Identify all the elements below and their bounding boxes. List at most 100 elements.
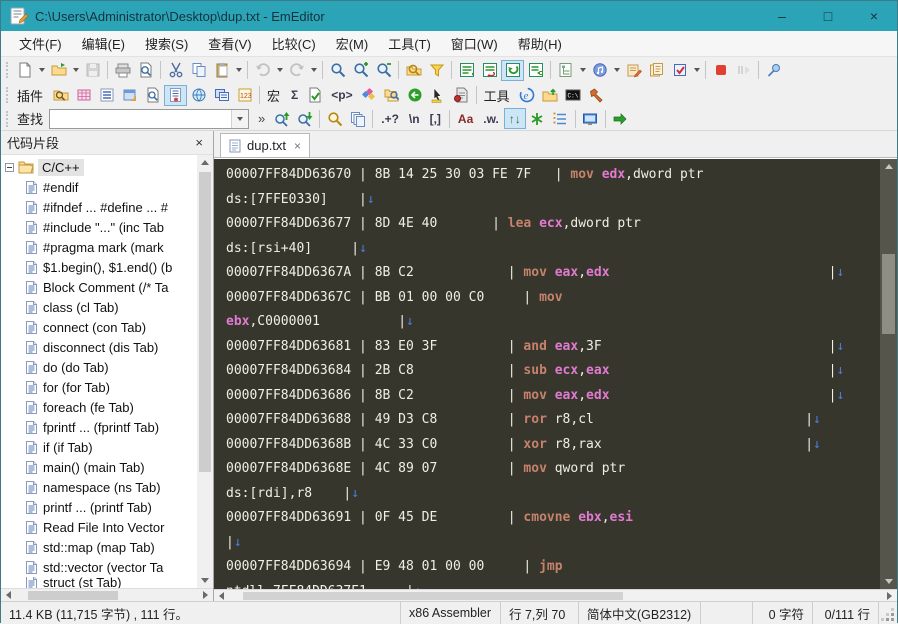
sum-button[interactable]: Σ <box>286 85 303 106</box>
snippet-item[interactable]: class (cl Tab) <box>1 297 197 317</box>
scroll-up-icon[interactable] <box>197 155 213 170</box>
new-file-button[interactable] <box>13 60 36 81</box>
search-dropdown[interactable] <box>231 109 249 128</box>
colors-button[interactable] <box>358 85 381 106</box>
pin-button[interactable] <box>762 60 785 81</box>
snippet-item[interactable]: do (do Tab) <box>1 357 197 377</box>
title-bar[interactable]: C:\Users\Administrator\Desktop\dup.txt -… <box>1 1 897 31</box>
search-combobox[interactable] <box>49 108 250 129</box>
find-previous-button[interactable] <box>270 108 293 129</box>
scroll-down-icon[interactable] <box>881 574 897 589</box>
command-prompt-button[interactable]: C:\ <box>562 85 585 106</box>
snippet-item[interactable]: disconnect (dis Tab) <box>1 337 197 357</box>
filter-button[interactable] <box>425 60 448 81</box>
toolbar-grip[interactable] <box>6 110 10 127</box>
snippets-horizontal-scrollbar[interactable] <box>1 588 213 601</box>
match-case-button[interactable]: Aa <box>453 108 478 129</box>
editor-vertical-scrollbar[interactable] <box>880 159 897 589</box>
undo-dropdown[interactable] <box>274 60 285 81</box>
zoom-in-button[interactable] <box>349 60 372 81</box>
redo-dropdown[interactable] <box>308 60 319 81</box>
snippet-item[interactable]: namespace (ns Tab) <box>1 477 197 497</box>
snippet-item[interactable]: #ifndef ... #define ... # <box>1 197 197 217</box>
macro-record-dropdown[interactable] <box>611 60 622 81</box>
wrap-char-button[interactable] <box>478 60 501 81</box>
new-file-dropdown[interactable] <box>36 60 47 81</box>
plugin-search-button[interactable] <box>141 85 164 106</box>
plugin-word-complete-button[interactable] <box>210 85 233 106</box>
menu-item-0[interactable]: 文件(F) <box>9 31 72 56</box>
paste-dropdown[interactable] <box>233 60 244 81</box>
macro-run-button[interactable] <box>645 60 668 81</box>
scroll-left-icon[interactable] <box>214 589 229 602</box>
snippet-item[interactable]: #include "..." (inc Tab <box>1 217 197 237</box>
open-file-dropdown[interactable] <box>70 60 81 81</box>
maximize-button[interactable]: □ <box>805 1 851 31</box>
tab-dup-txt[interactable]: dup.txt × <box>220 133 311 157</box>
outline-dropdown[interactable] <box>577 60 588 81</box>
browser-button[interactable]: e <box>516 85 539 106</box>
plugin-projects-button[interactable] <box>118 85 141 106</box>
resize-grip[interactable] <box>879 602 897 624</box>
regex-button[interactable]: .+? <box>376 108 404 129</box>
highlight-button[interactable] <box>526 108 549 129</box>
scrollbar-thumb[interactable] <box>243 591 623 600</box>
fast-forward-button[interactable] <box>732 60 755 81</box>
snippet-item[interactable]: main() (main Tab) <box>1 457 197 477</box>
scroll-right-icon[interactable] <box>882 589 897 602</box>
editor[interactable]: 00007FF84DD63670 | 8B 14 25 30 03 FE 7F … <box>214 158 897 589</box>
html-tag-button[interactable]: <p> <box>326 85 357 106</box>
snippet-item[interactable]: if (if Tab) <box>1 437 197 457</box>
extract-lines-button[interactable] <box>549 108 572 129</box>
log-document-button[interactable] <box>450 85 473 106</box>
find-in-files-button2[interactable] <box>323 108 346 129</box>
whole-word-button[interactable]: .w. <box>478 108 504 129</box>
editor-horizontal-scrollbar[interactable] <box>214 589 897 601</box>
redo-button[interactable] <box>285 60 308 81</box>
snippet-item[interactable]: #endif <box>1 177 197 197</box>
toolbar-overflow-chevron[interactable]: » <box>253 111 270 126</box>
snippet-item[interactable]: for (for Tab) <box>1 377 197 397</box>
zoom-out-button[interactable] <box>372 60 395 81</box>
toolbar-grip[interactable] <box>6 62 10 78</box>
menu-item-7[interactable]: 窗口(W) <box>441 31 508 56</box>
save-button[interactable] <box>81 60 104 81</box>
undo-button[interactable] <box>251 60 274 81</box>
stop-record-button[interactable] <box>709 60 732 81</box>
back-button[interactable] <box>404 85 427 106</box>
find-folders-button[interactable] <box>381 85 404 106</box>
cut-button[interactable] <box>164 60 187 81</box>
macro-edit-button[interactable] <box>622 60 645 81</box>
snippets-vertical-scrollbar[interactable] <box>197 155 213 588</box>
status-cursor-position[interactable]: 行 7,列 70 <box>501 602 579 624</box>
wrap-window-button[interactable] <box>501 59 524 81</box>
snippet-item[interactable]: connect (con Tab) <box>1 317 197 337</box>
outline-button[interactable] <box>554 60 577 81</box>
tab-close-icon[interactable]: × <box>292 139 301 153</box>
plugin-explorer-button[interactable] <box>49 85 72 106</box>
plugin-web-preview-button[interactable] <box>187 85 210 106</box>
snippet-item[interactable]: printf ... (printf Tab) <box>1 497 197 517</box>
select-tool-button[interactable] <box>427 85 450 106</box>
number-range-button[interactable]: [,] <box>425 108 446 129</box>
snippets-panel-close-icon[interactable]: × <box>191 135 207 150</box>
snippet-item[interactable]: $1.begin(), $1.end() (b <box>1 257 197 277</box>
plugin-snippets-button[interactable] <box>164 84 188 106</box>
scroll-right-icon[interactable] <box>198 589 213 602</box>
scroll-left-icon[interactable] <box>1 589 16 602</box>
snippet-item[interactable]: Block Comment (/* Ta <box>1 277 197 297</box>
syntax-check-button[interactable] <box>303 85 326 106</box>
open-file-button[interactable] <box>47 60 70 81</box>
menu-item-1[interactable]: 编辑(E) <box>72 31 135 56</box>
close-button[interactable]: × <box>851 1 897 31</box>
checkbox-menu-button[interactable] <box>668 60 691 81</box>
find-button[interactable] <box>326 60 349 81</box>
print-button[interactable] <box>111 60 134 81</box>
scrollbar-thumb[interactable] <box>199 172 211 472</box>
build-button[interactable] <box>585 85 608 106</box>
toolbar-grip[interactable] <box>6 87 10 103</box>
paste-button[interactable] <box>210 60 233 81</box>
macro-record-button[interactable] <box>588 60 611 81</box>
status-syntax[interactable]: x86 Assembler <box>401 602 501 624</box>
menu-item-6[interactable]: 工具(T) <box>378 31 441 56</box>
